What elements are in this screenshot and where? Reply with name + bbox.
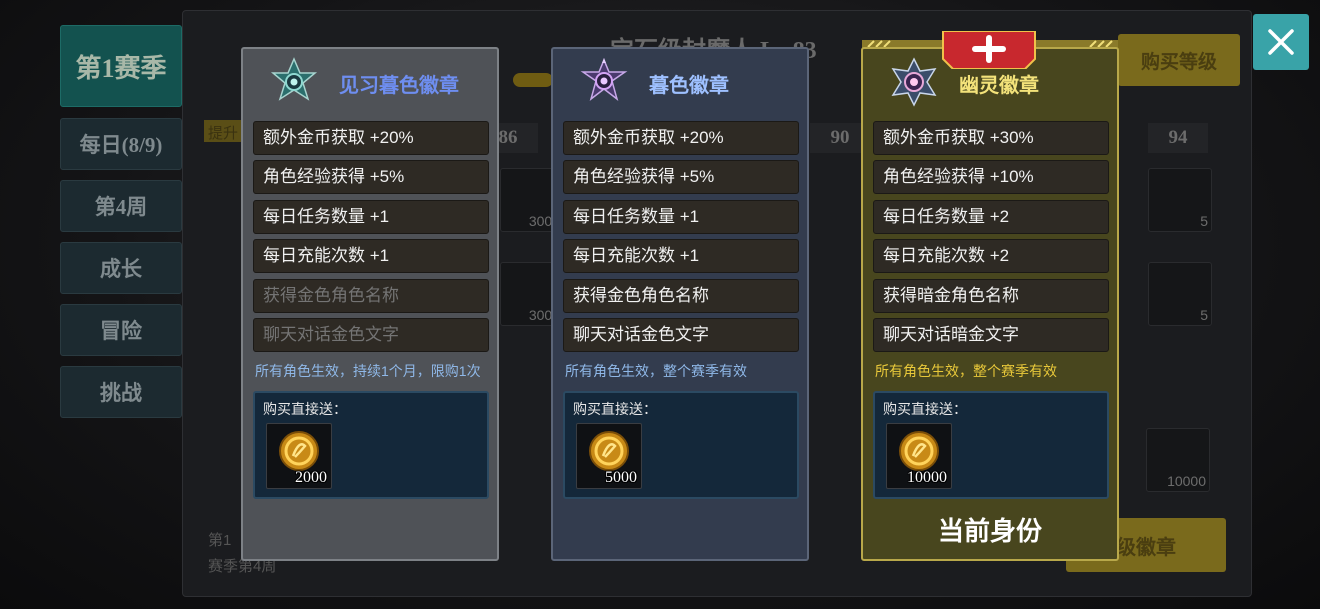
level-progress xyxy=(513,73,553,87)
panel-title: 暮色徽章 xyxy=(649,75,729,97)
badge-panel-apprentice-dusk[interactable]: 见习暮色徽章 额外金币获取 +20% 角色经验获得 +5% 每日任务数量 +1 … xyxy=(241,47,499,561)
current-badge-ribbon xyxy=(942,31,1036,69)
perk-item-locked: 聊天对话金色文字 xyxy=(253,318,489,352)
duration-note: 所有角色生效，整个赛季有效 xyxy=(875,363,1057,379)
gold-coin-reward[interactable]: 10000 xyxy=(886,423,952,489)
gold-coin-reward[interactable]: 5000 xyxy=(576,423,642,489)
perk-item-locked: 获得金色角色名称 xyxy=(253,279,489,313)
perk-item: 角色经验获得 +5% xyxy=(253,160,489,194)
gold-coin-icon xyxy=(589,431,629,471)
perk-item: 每日任务数量 +1 xyxy=(563,200,799,234)
reward-slot[interactable]: 10000 xyxy=(1146,428,1210,492)
perk-item: 聊天对话暗金文字 xyxy=(873,318,1109,352)
perk-item: 角色经验获得 +5% xyxy=(563,160,799,194)
reward-slot[interactable]: 5 xyxy=(1148,262,1212,326)
upgrade-strip-label: 提升 xyxy=(208,125,239,142)
side-tab-challenge[interactable]: 挑战 xyxy=(60,366,182,418)
level-column-94: 94 xyxy=(1148,123,1208,153)
duration-note: 所有角色生效，持续1个月，限购1次 xyxy=(255,363,481,379)
perk-item: 每日任务数量 +1 xyxy=(253,200,489,234)
side-tab-week[interactable]: 第4周 xyxy=(60,180,182,232)
panel-header: 暮色徽章 xyxy=(553,49,807,119)
perk-item: 每日任务数量 +2 xyxy=(873,200,1109,234)
perk-item: 获得金色角色名称 xyxy=(563,279,799,313)
side-tab-daily[interactable]: 每日(8/9) xyxy=(60,118,182,170)
gift-box: 购买直接送： 5000 xyxy=(563,391,799,499)
reward-slot[interactable]: 5 xyxy=(1148,168,1212,232)
side-tab-adventure[interactable]: 冒险 xyxy=(60,304,182,356)
badge-apprentice-dusk-icon xyxy=(270,57,318,101)
gold-coin-icon xyxy=(279,431,319,471)
panel-title: 见习暮色徽章 xyxy=(339,75,459,97)
gold-coin-reward[interactable]: 2000 xyxy=(266,423,332,489)
coin-amount: 5000 xyxy=(605,469,637,486)
perk-item: 每日充能次数 +1 xyxy=(253,239,489,273)
gift-label: 购买直接送： xyxy=(263,401,347,417)
buy-level-button[interactable]: 购买等级 xyxy=(1118,34,1240,86)
gold-coin-icon xyxy=(899,431,939,471)
badge-dusk-icon xyxy=(580,58,628,101)
perk-item: 额外金币获取 +20% xyxy=(253,121,489,155)
perk-item: 获得暗金角色名称 xyxy=(873,279,1109,313)
gift-label: 购买直接送： xyxy=(883,401,967,417)
coin-amount: 2000 xyxy=(295,469,327,486)
gift-box: 购买直接送： 2000 xyxy=(253,391,489,499)
current-status-label: 当前身份 xyxy=(937,517,1042,546)
side-tab-growth[interactable]: 成长 xyxy=(60,242,182,294)
close-button[interactable] xyxy=(1253,14,1309,70)
badge-panel-ghost[interactable]: 幽灵徽章 额外金币获取 +30% 角色经验获得 +10% 每日任务数量 +2 每… xyxy=(861,47,1119,561)
gift-label: 购买直接送： xyxy=(573,401,657,417)
perk-item: 角色经验获得 +10% xyxy=(873,160,1109,194)
coin-amount: 10000 xyxy=(907,469,947,486)
close-icon xyxy=(1268,29,1294,55)
perk-item: 每日充能次数 +1 xyxy=(563,239,799,273)
panel-title: 幽灵徽章 xyxy=(959,75,1039,97)
season-tab[interactable]: 第1赛季 xyxy=(60,25,182,107)
perk-item: 额外金币获取 +30% xyxy=(873,121,1109,155)
perk-item: 聊天对话金色文字 xyxy=(563,318,799,352)
perk-item: 每日充能次数 +2 xyxy=(873,239,1109,273)
perk-item: 额外金币获取 +20% xyxy=(563,121,799,155)
panel-header: 见习暮色徽章 xyxy=(243,49,497,119)
badge-ghost-icon xyxy=(891,57,937,107)
badge-panel-dusk[interactable]: 暮色徽章 额外金币获取 +20% 角色经验获得 +5% 每日任务数量 +1 每日… xyxy=(551,47,809,561)
duration-note: 所有角色生效，整个赛季有效 xyxy=(565,363,747,379)
gift-box: 购买直接送： 10000 xyxy=(873,391,1109,499)
